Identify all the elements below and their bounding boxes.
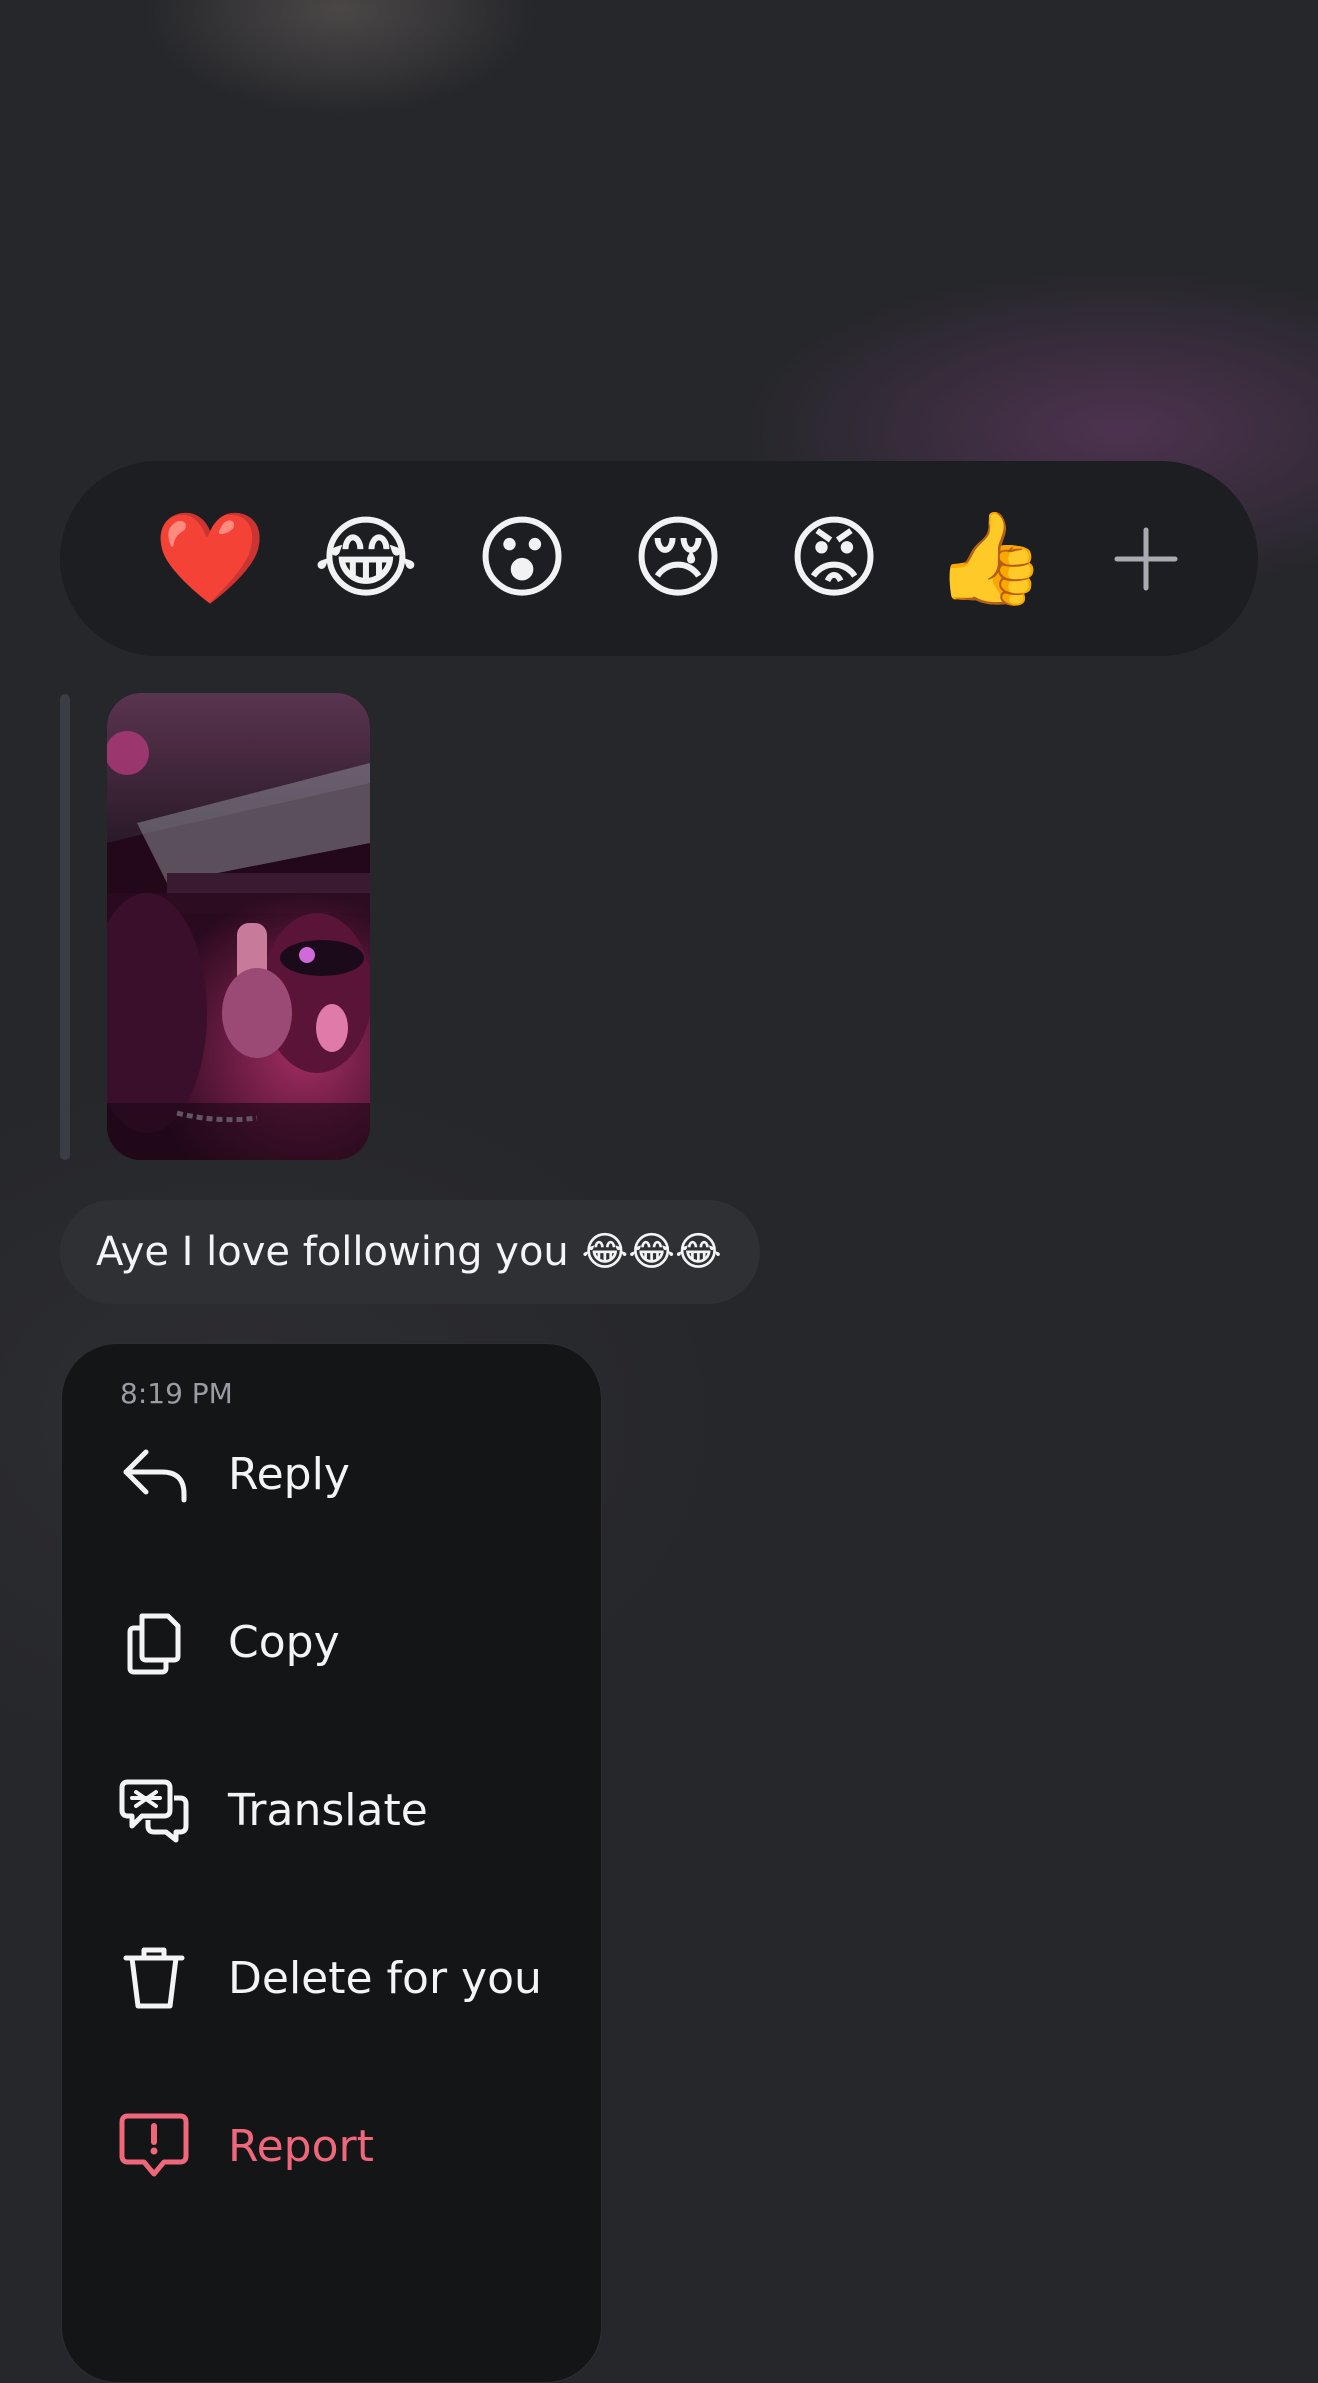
reaction-heart[interactable]: ❤️ [132,481,288,637]
message-text: Aye I love following you 😂😂😂 [96,1229,722,1275]
menu-item-copy[interactable]: Copy [62,1582,601,1702]
reaction-thumbs-up[interactable]: 👍 [912,481,1068,637]
photo-image [107,693,370,1160]
reaction-surprised[interactable]: 😮 [444,481,600,637]
reaction-crying[interactable]: 😢 [600,481,756,637]
message-timestamp: 8:19 PM [120,1377,233,1410]
menu-item-delete[interactable]: Delete for you [62,1918,601,2038]
reply-icon [118,1438,190,1510]
menu-item-label: Report [228,2120,374,2172]
menu-item-label: Translate [228,1784,428,1836]
plus-icon [1114,527,1178,590]
menu-item-label: Delete for you [228,1952,542,2004]
message-bubble[interactable]: Aye I love following you 😂😂😂 [60,1200,760,1304]
reaction-angry[interactable]: 😡 [756,481,912,637]
report-icon [118,2110,190,2182]
menu-item-label: Reply [228,1448,350,1500]
menu-item-translate[interactable]: Translate [62,1750,601,1870]
reply-quote-bar [60,694,70,1160]
more-reactions-button[interactable] [1068,481,1224,637]
translate-icon [118,1774,190,1846]
menu-item-report[interactable]: Report [62,2086,601,2206]
copy-icon [118,1606,190,1678]
trash-icon [118,1942,190,2014]
menu-item-reply[interactable]: Reply [62,1414,601,1534]
reaction-laughing[interactable]: 😂 [288,481,444,637]
message-photo[interactable] [107,693,370,1160]
reaction-bar: ❤️ 😂 😮 😢 😡 👍 [60,461,1258,656]
menu-item-label: Copy [228,1616,340,1668]
context-menu: 8:19 PM Reply Copy Translate Delete for … [61,1343,602,2383]
